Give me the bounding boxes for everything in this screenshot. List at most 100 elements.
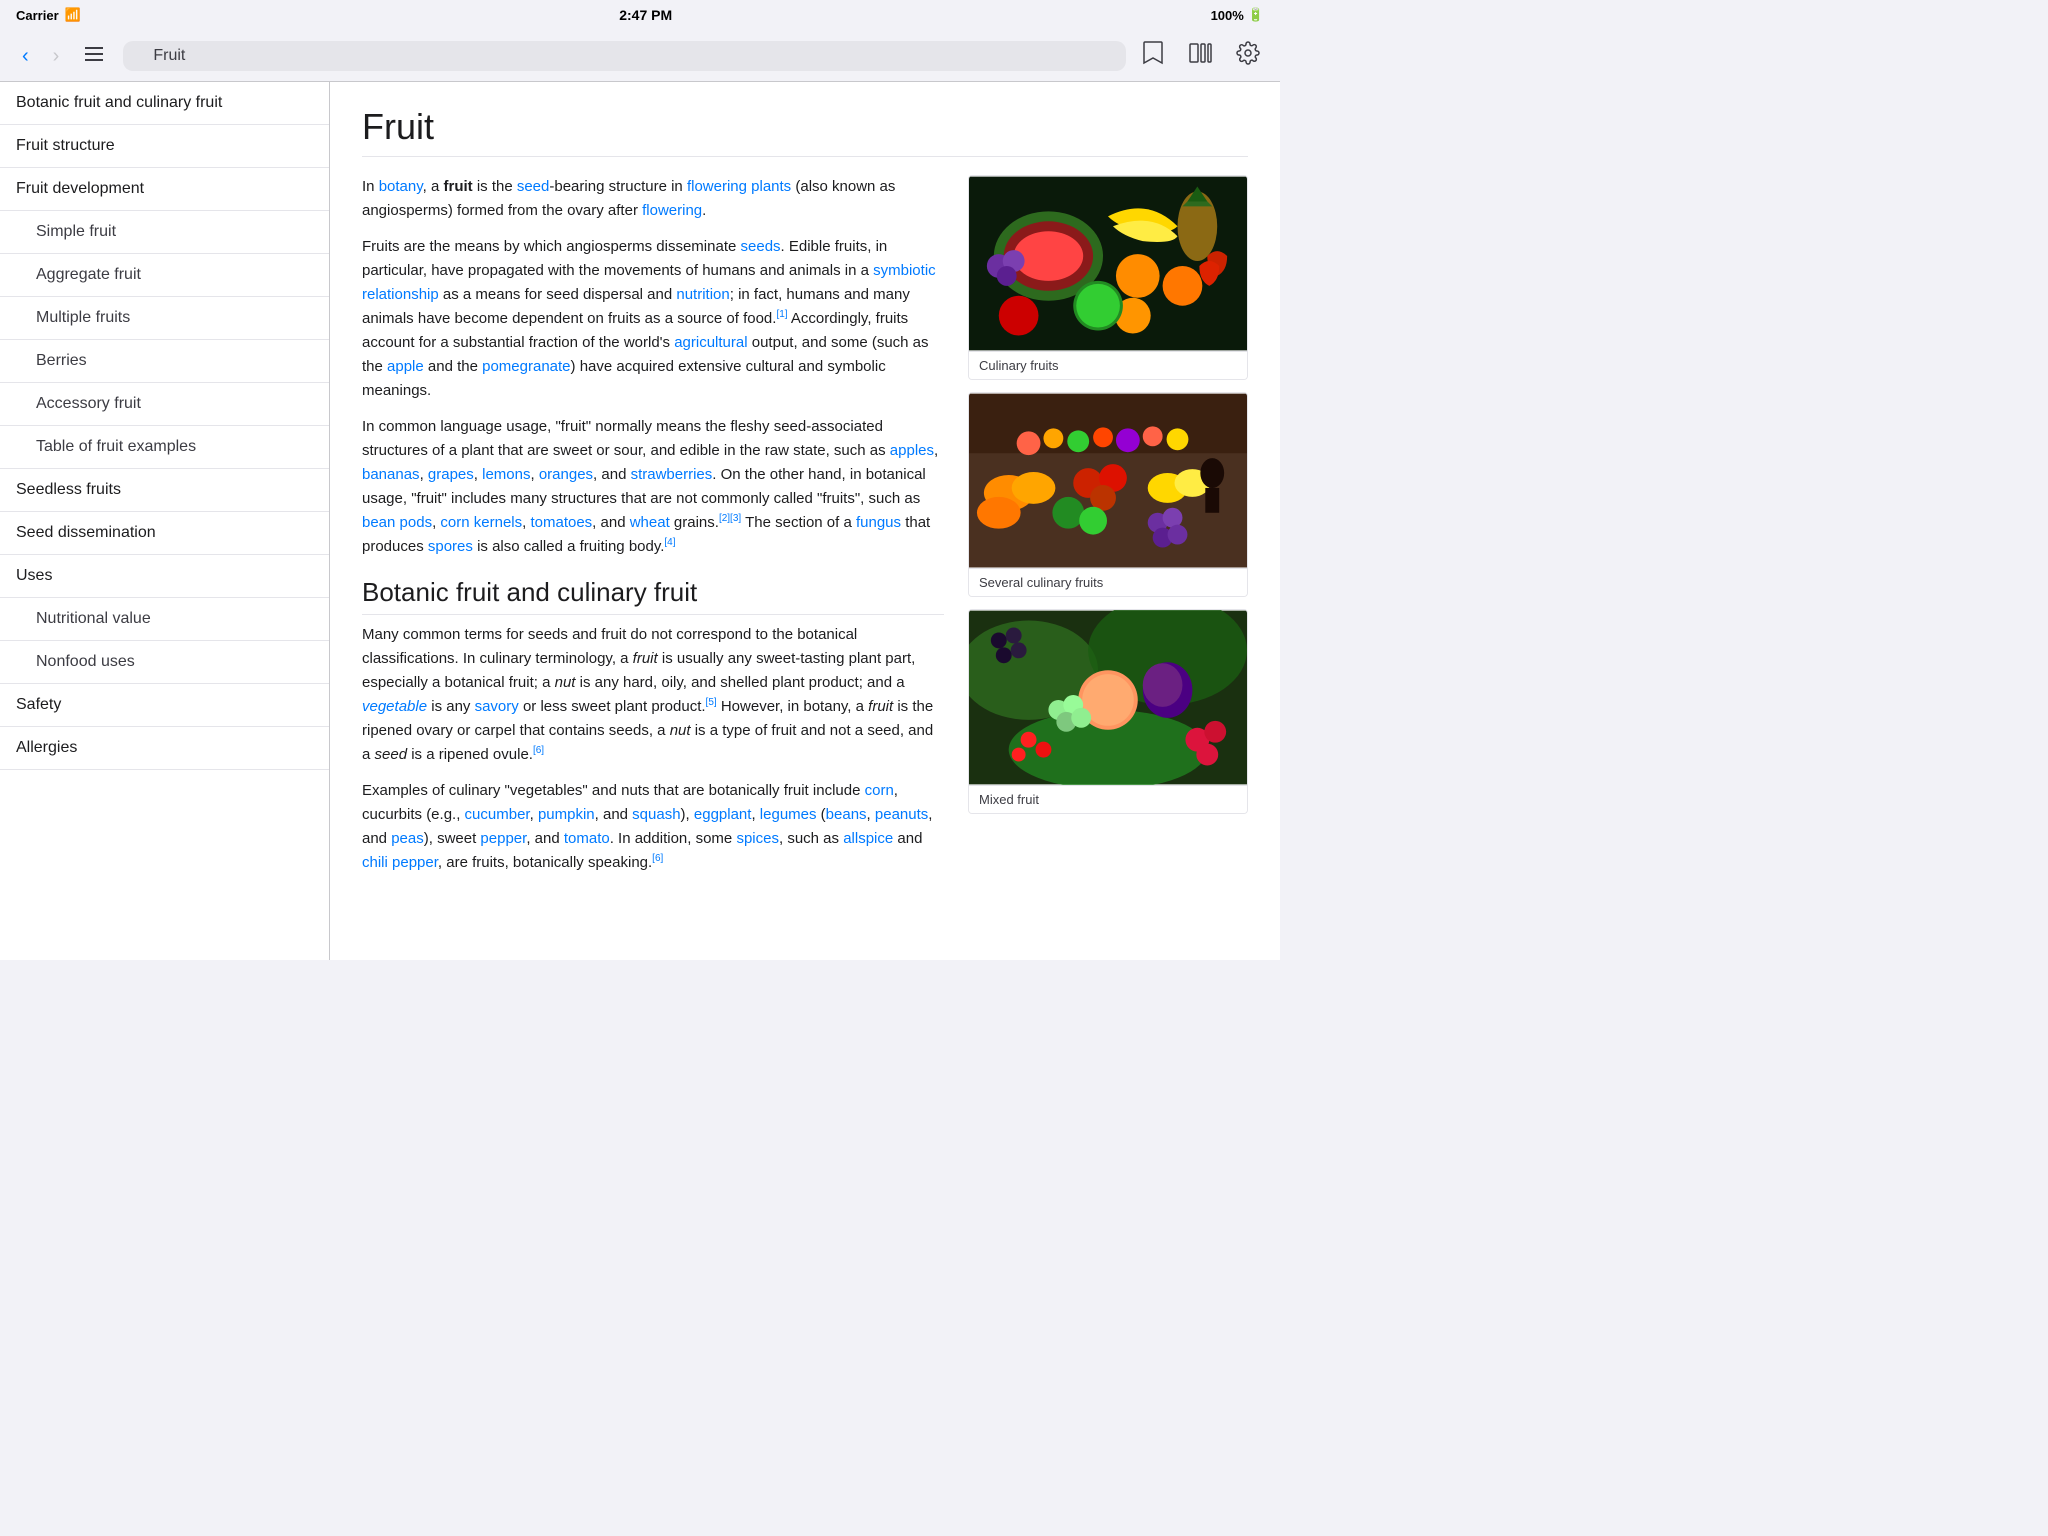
toolbar-right-buttons	[1138, 38, 1264, 74]
apples-link[interactable]: apples	[890, 442, 934, 459]
sidebar-item-seedless-fruits[interactable]: Seedless fruits	[0, 469, 329, 512]
legumes-link[interactable]: legumes	[760, 806, 817, 823]
image-several-culinary	[969, 393, 1247, 568]
squash-link[interactable]: squash	[632, 806, 680, 823]
status-bar: Carrier 📶 2:47 PM 100% 🔋	[0, 0, 1280, 30]
tomato-link[interactable]: tomato	[564, 830, 610, 847]
sidebar-item-label: Aggregate fruit	[36, 266, 141, 284]
symbiotic-link[interactable]: symbiotic relationship	[362, 262, 936, 303]
eggplant-link[interactable]: eggplant	[694, 806, 752, 823]
toolbar: ‹ › 🔍	[0, 30, 1280, 82]
image-caption-several-culinary: Several culinary fruits	[969, 568, 1247, 596]
seeds-link[interactable]: seeds	[741, 238, 781, 255]
section-botanic-para1: Many common terms for seeds and fruit do…	[362, 623, 944, 767]
sidebar-item-allergies[interactable]: Allergies	[0, 727, 329, 770]
sidebar-item-label: Seedless fruits	[16, 481, 121, 499]
peanuts-link[interactable]: peanuts	[875, 806, 928, 823]
sidebar-item-nutritional-value[interactable]: Nutritional value	[0, 598, 329, 641]
sidebar-item-label: Fruit development	[16, 180, 144, 198]
sidebar-item-table-fruit-examples[interactable]: Table of fruit examples	[0, 426, 329, 469]
corn-kernels-link[interactable]: corn kernels	[440, 514, 522, 531]
fungus-link[interactable]: fungus	[856, 514, 901, 531]
bean-pods-link[interactable]: bean pods	[362, 514, 432, 531]
status-left: Carrier 📶	[16, 7, 81, 23]
vegetable-link[interactable]: vegetable	[362, 698, 427, 715]
article-intro-section: In botany, a fruit is the seed-bearing s…	[362, 175, 1248, 875]
library-button[interactable]	[1184, 40, 1216, 72]
spores-link[interactable]: spores	[428, 538, 473, 555]
sidebar-item-multiple-fruits[interactable]: Multiple fruits	[0, 297, 329, 340]
beans-link[interactable]: beans	[826, 806, 867, 823]
para3: In common language usage, "fruit" normal…	[362, 415, 944, 559]
image-caption-mixed-fruit: Mixed fruit	[969, 785, 1247, 813]
pomegranate-link[interactable]: pomegranate	[482, 358, 570, 375]
pumpkin-link[interactable]: pumpkin	[538, 806, 595, 823]
sidebar-item-label: Uses	[16, 567, 52, 585]
oranges-link[interactable]: oranges	[539, 466, 593, 483]
flowering-link[interactable]: flowering	[642, 202, 702, 219]
article-title: Fruit	[362, 106, 1248, 157]
sidebar-item-label: Multiple fruits	[36, 309, 130, 327]
section-botanic-para2: Examples of culinary "vegetables" and nu…	[362, 779, 944, 875]
intro-paragraph: In botany, a fruit is the seed-bearing s…	[362, 175, 944, 223]
nutrition-link[interactable]: nutrition	[676, 286, 729, 303]
botany-link[interactable]: botany	[379, 178, 423, 195]
article-text: In botany, a fruit is the seed-bearing s…	[362, 175, 944, 875]
sidebar-item-label: Fruit structure	[16, 137, 115, 155]
flowering-plants-link[interactable]: flowering plants	[687, 178, 791, 195]
image-card-several-culinary: Several culinary fruits	[968, 392, 1248, 597]
sidebar-item-fruit-structure[interactable]: Fruit structure	[0, 125, 329, 168]
sidebar-item-safety[interactable]: Safety	[0, 684, 329, 727]
sidebar-item-label: Accessory fruit	[36, 395, 141, 413]
agricultural-link[interactable]: agricultural	[674, 334, 747, 351]
sidebar-item-label: Nutritional value	[36, 610, 151, 628]
image-caption-culinary-fruits: Culinary fruits	[969, 351, 1247, 379]
strawberries-link[interactable]: strawberries	[631, 466, 713, 483]
bookmark-button[interactable]	[1138, 38, 1168, 74]
bananas-link[interactable]: bananas	[362, 466, 420, 483]
sidebar-item-aggregate-fruit[interactable]: Aggregate fruit	[0, 254, 329, 297]
settings-button[interactable]	[1232, 39, 1264, 73]
sidebar: Botanic fruit and culinary fruit Fruit s…	[0, 82, 330, 960]
search-input[interactable]	[123, 41, 1126, 71]
grapes-link[interactable]: grapes	[428, 466, 474, 483]
sidebar-item-berries[interactable]: Berries	[0, 340, 329, 383]
savory-link[interactable]: savory	[475, 698, 519, 715]
wheat-link[interactable]: wheat	[630, 514, 670, 531]
apple-link[interactable]: apple	[387, 358, 424, 375]
allspice-link[interactable]: allspice	[843, 830, 893, 847]
image-mixed-fruit	[969, 610, 1247, 785]
tomatoes-link[interactable]: tomatoes	[530, 514, 592, 531]
sidebar-item-label: Safety	[16, 696, 61, 714]
sidebar-item-nonfood-uses[interactable]: Nonfood uses	[0, 641, 329, 684]
sidebar-item-uses[interactable]: Uses	[0, 555, 329, 598]
pepper-link[interactable]: pepper	[480, 830, 526, 847]
sidebar-item-fruit-development[interactable]: Fruit development	[0, 168, 329, 211]
sidebar-item-label: Simple fruit	[36, 223, 116, 241]
wifi-icon: 📶	[65, 7, 81, 23]
sidebar-item-label: Allergies	[16, 739, 77, 757]
forward-button[interactable]: ›	[47, 42, 66, 70]
sidebar-item-label: Seed dissemination	[16, 524, 156, 542]
carrier-label: Carrier	[16, 8, 59, 23]
status-time: 2:47 PM	[619, 7, 672, 23]
toc-button[interactable]	[77, 41, 111, 70]
sidebar-item-seed-dissemination[interactable]: Seed dissemination	[0, 512, 329, 555]
cucumber-link[interactable]: cucumber	[465, 806, 530, 823]
chili-pepper-link[interactable]: chili pepper	[362, 854, 438, 871]
seed-link[interactable]: seed	[517, 178, 550, 195]
sidebar-item-simple-fruit[interactable]: Simple fruit	[0, 211, 329, 254]
sidebar-item-botanic-fruit[interactable]: Botanic fruit and culinary fruit	[0, 82, 329, 125]
sidebar-item-accessory-fruit[interactable]: Accessory fruit	[0, 383, 329, 426]
images-column: Culinary fruits	[968, 175, 1248, 814]
image-card-culinary-fruits: Culinary fruits	[968, 175, 1248, 380]
corn-link[interactable]: corn	[865, 782, 894, 799]
battery-label: 100%	[1211, 8, 1244, 23]
spices-link[interactable]: spices	[736, 830, 779, 847]
back-button[interactable]: ‹	[16, 42, 35, 70]
lemons-link[interactable]: lemons	[482, 466, 530, 483]
article-content: Fruit In botany, a fruit is the seed-bea…	[330, 82, 1280, 960]
main-container: Botanic fruit and culinary fruit Fruit s…	[0, 82, 1280, 960]
peas-link[interactable]: peas	[391, 830, 424, 847]
battery-icon: 🔋	[1248, 7, 1264, 23]
